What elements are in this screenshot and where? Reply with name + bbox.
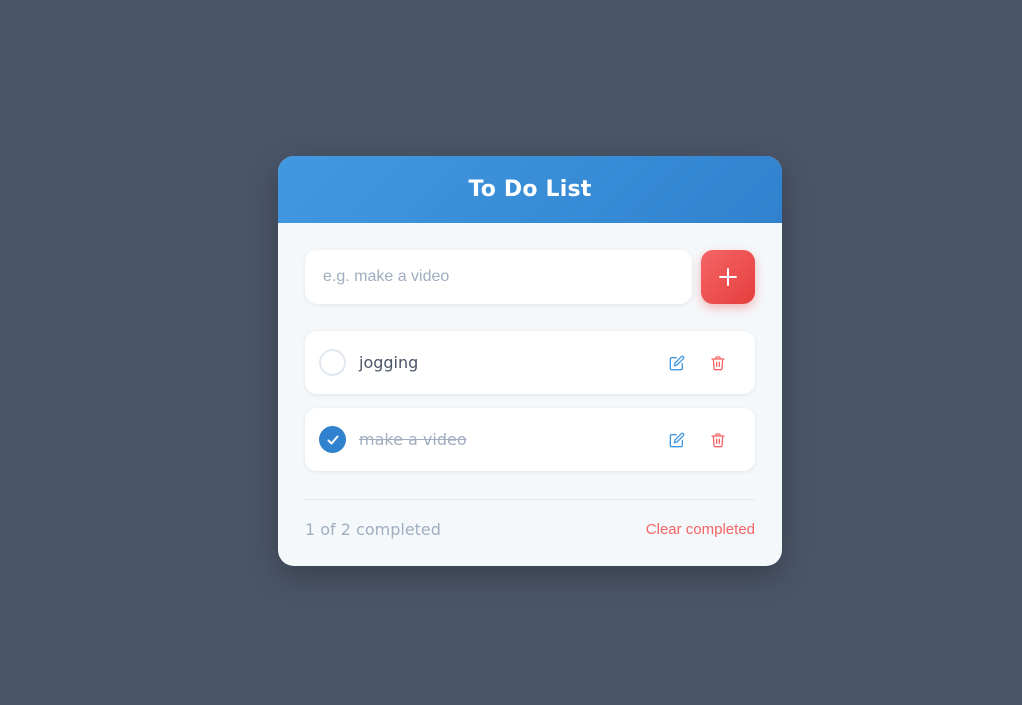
page-title: To Do List [468, 177, 592, 202]
edit-button[interactable] [662, 425, 692, 455]
footer: 1 of 2 completed Clear completed [305, 500, 755, 558]
trash-icon [711, 432, 725, 447]
todo-text: jogging [359, 353, 419, 372]
todo-checkbox[interactable] [319, 349, 346, 376]
completed-count: 1 of 2 completed [305, 519, 441, 539]
edit-icon [669, 432, 685, 447]
delete-button[interactable] [703, 425, 733, 455]
todo-card: To Do List jogging [278, 156, 782, 566]
todo-text: make a video [359, 430, 467, 449]
todo-item: make a video [305, 408, 755, 471]
card-body: jogging [278, 223, 782, 558]
check-icon [327, 435, 338, 444]
todo-list: jogging make a video [305, 331, 755, 471]
todo-checkbox[interactable] [319, 426, 346, 453]
plus-icon [719, 268, 737, 286]
delete-button[interactable] [703, 348, 733, 378]
add-task-row [305, 250, 755, 304]
edit-icon [669, 355, 685, 370]
todo-item: jogging [305, 331, 755, 394]
card-header: To Do List [278, 156, 782, 223]
edit-button[interactable] [662, 348, 692, 378]
trash-icon [711, 355, 725, 370]
task-input[interactable] [305, 250, 692, 304]
add-task-button[interactable] [701, 250, 755, 304]
clear-completed-button[interactable]: Clear completed [646, 521, 755, 538]
